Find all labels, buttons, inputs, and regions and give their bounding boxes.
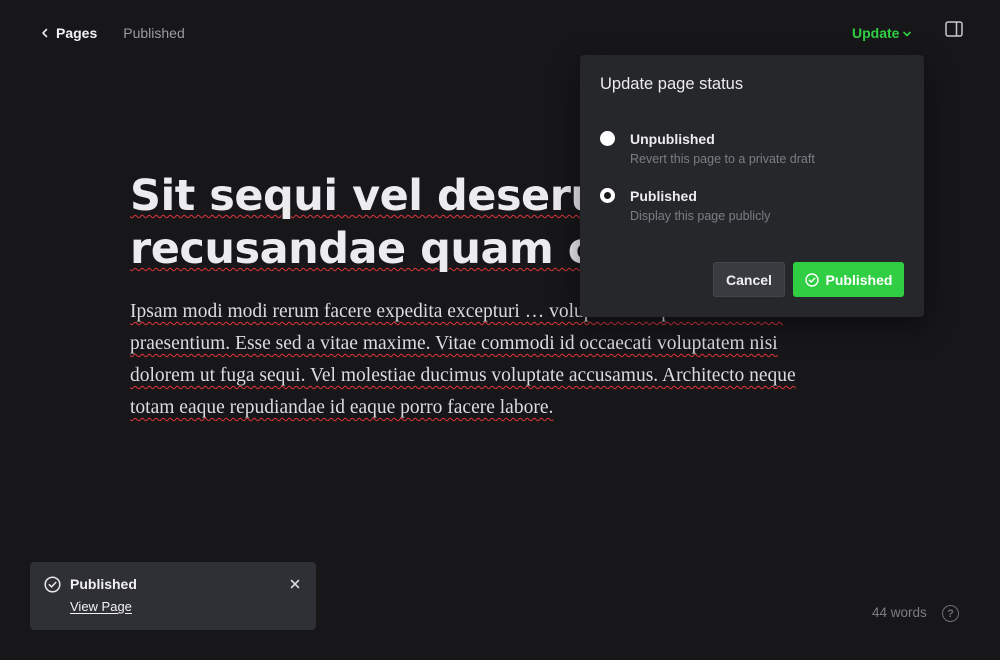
- chevron-left-icon: [42, 28, 48, 38]
- option-label: Published: [630, 188, 697, 204]
- back-label: Pages: [56, 25, 98, 41]
- post-body-text: Ipsam modi modi rerum facere expedita ex…: [130, 301, 796, 418]
- help-icon[interactable]: ?: [942, 605, 959, 622]
- confirm-published-button[interactable]: Published: [793, 262, 904, 297]
- option-description: Display this page publicly: [630, 209, 771, 223]
- confirm-label: Published: [825, 271, 893, 288]
- update-dropdown-button[interactable]: Update: [852, 22, 912, 44]
- cancel-button[interactable]: Cancel: [713, 262, 785, 297]
- help-glyph: ?: [947, 607, 954, 620]
- update-label: Update: [852, 25, 900, 41]
- status-popover: Update page status Unpublished Revert th…: [580, 55, 924, 317]
- published-toast: Published View Page: [30, 562, 316, 630]
- radio-published[interactable]: [600, 188, 615, 203]
- option-label: Unpublished: [630, 131, 715, 147]
- check-circle-icon: [44, 576, 61, 593]
- chevron-down-icon: [903, 31, 912, 37]
- editor-page: Pages Published Update Sit sequi vel des…: [0, 0, 1000, 660]
- option-description: Revert this page to a private draft: [630, 152, 815, 166]
- check-circle-icon: [804, 272, 819, 287]
- popover-title: Update page status: [600, 75, 744, 93]
- back-to-pages-link[interactable]: Pages: [40, 25, 97, 41]
- toast-title: Published: [70, 576, 137, 592]
- close-icon[interactable]: [288, 577, 302, 591]
- post-title-text: Sit sequi vel deserunt recusandae quam c…: [130, 171, 651, 274]
- top-bar-left: Pages Published: [40, 22, 185, 44]
- page-status-text: Published: [123, 25, 185, 41]
- word-count: 44 words: [872, 605, 927, 620]
- radio-unpublished[interactable]: [600, 131, 615, 146]
- cancel-label: Cancel: [726, 271, 772, 288]
- view-page-link[interactable]: View Page: [70, 599, 132, 614]
- sidebar-toggle-icon[interactable]: [945, 21, 963, 37]
